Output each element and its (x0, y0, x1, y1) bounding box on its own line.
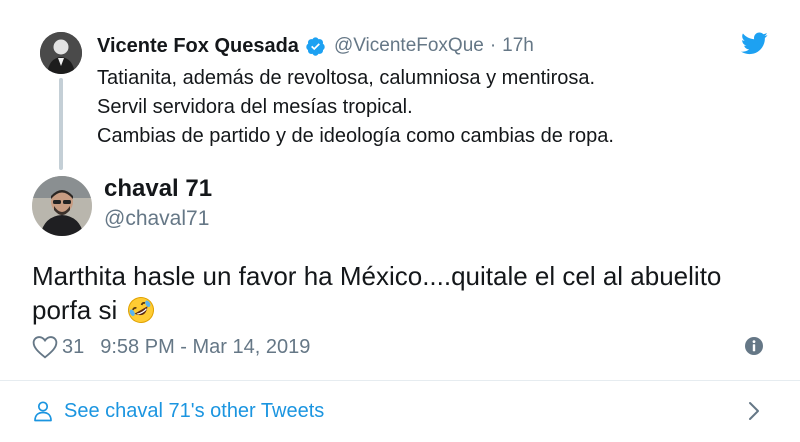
parent-tweet-time[interactable]: 17h (502, 35, 534, 57)
parent-tweet-header: Vicente Fox Quesada @VicenteFoxQue · 17h (97, 32, 534, 60)
parent-author-name[interactable]: Vicente Fox Quesada (97, 35, 299, 58)
reply-text-line: porfa si (32, 295, 118, 325)
parent-author-handle[interactable]: @VicenteFoxQue (334, 35, 484, 57)
verified-badge-icon (305, 36, 326, 57)
parent-tweet-line: Tatianita, además de revoltosa, calumnio… (97, 67, 596, 89)
parent-tweet-line: Cambias de partido y de ideología como c… (97, 125, 614, 147)
reply-author-name[interactable]: chaval 71 (104, 175, 212, 203)
reply-text-line-2: porfa si (32, 293, 752, 327)
thread-connector-line (59, 78, 63, 170)
heart-icon[interactable] (32, 335, 58, 359)
parent-author-avatar[interactable] (40, 32, 82, 74)
reply-author-handle[interactable]: @chaval71 (104, 207, 209, 231)
tweet-meta-row: 31 9:58 PM - Mar 14, 2019 (32, 333, 310, 361)
parent-tweet-text: Tatianita, además de revoltosa, calumnio… (97, 64, 757, 151)
person-icon (32, 400, 54, 422)
twitter-bird-icon[interactable] (740, 32, 768, 56)
reply-tweet-text: Marthita hasle un favor ha México....qui… (32, 259, 752, 327)
parent-tweet-line: Servil servidora del mesías tropical. (97, 96, 413, 118)
see-other-tweets-label[interactable]: See chaval 71's other Tweets (64, 400, 324, 423)
see-other-tweets-link[interactable]: See chaval 71's other Tweets (32, 396, 324, 426)
tweet-embed-card: Vicente Fox Quesada @VicenteFoxQue · 17h… (0, 0, 800, 442)
info-icon[interactable] (744, 336, 764, 356)
rolling-on-floor-laughing-emoji (127, 296, 155, 324)
separator-dot: · (489, 35, 497, 56)
reply-author-avatar[interactable] (32, 176, 92, 236)
chevron-right-icon[interactable] (746, 400, 762, 422)
footer-divider (0, 380, 800, 381)
tweet-timestamp[interactable]: 9:58 PM - Mar 14, 2019 (100, 336, 310, 359)
reply-text-line: Marthita hasle un favor ha México....qui… (32, 261, 722, 291)
like-count: 31 (62, 335, 85, 358)
